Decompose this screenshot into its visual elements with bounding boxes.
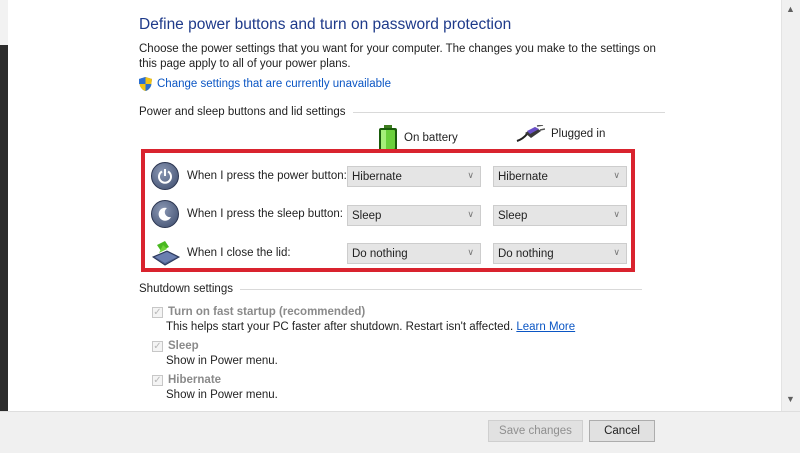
sleep-button-battery-value: Sleep xyxy=(352,209,382,222)
lid-close-battery-value: Do nothing xyxy=(352,247,408,260)
scroll-down-icon[interactable]: ▼ xyxy=(786,394,795,404)
chevron-down-icon: ∨ xyxy=(613,209,620,219)
power-button-plugged-select[interactable]: Hibernate ∨ xyxy=(493,166,627,187)
cancel-button[interactable]: Cancel xyxy=(589,420,655,442)
col-header-plugged: Plugged in xyxy=(515,125,605,143)
chevron-down-icon: ∨ xyxy=(467,247,474,257)
power-button-battery-select[interactable]: Hibernate ∨ xyxy=(347,166,481,187)
shutdown-section-title: Shutdown settings xyxy=(139,283,233,295)
checkmark-icon: ✓ xyxy=(152,374,163,386)
uac-shield-icon xyxy=(139,77,152,91)
sleep-button-label: When I press the sleep button: xyxy=(187,208,343,220)
lid-close-battery-select[interactable]: Do nothing ∨ xyxy=(347,243,481,264)
hibernate-checkbox[interactable]: ✓ Hibernate xyxy=(152,374,221,386)
fast-startup-label: Turn on fast startup (recommended) xyxy=(168,306,366,318)
hibernate-checkbox-label: Hibernate xyxy=(168,374,222,386)
save-changes-button[interactable]: Save changes xyxy=(488,420,583,442)
fast-startup-description: This helps start your PC faster after sh… xyxy=(166,321,575,333)
laptop-lid-icon xyxy=(151,241,181,266)
power-button-icon xyxy=(151,162,179,190)
checkmark-icon: ✓ xyxy=(152,306,163,318)
left-edge xyxy=(0,0,8,452)
footer-bar xyxy=(0,411,800,453)
power-button-plugged-value: Hibernate xyxy=(498,170,548,183)
plug-icon xyxy=(516,125,545,142)
vertical-scrollbar[interactable]: ▲ ▼ xyxy=(781,0,800,412)
chevron-down-icon: ∨ xyxy=(613,247,620,257)
power-button-label: When I press the power button: xyxy=(187,170,347,182)
col-battery-label: On battery xyxy=(404,132,458,144)
chevron-down-icon: ∨ xyxy=(467,209,474,219)
page-title: Define power buttons and turn on passwor… xyxy=(139,16,512,33)
sleep-button-battery-select[interactable]: Sleep ∨ xyxy=(347,205,481,226)
battery-icon xyxy=(379,125,397,151)
change-settings-link-text[interactable]: Change settings that are currently unava… xyxy=(157,78,391,90)
lid-close-plugged-value: Do nothing xyxy=(498,247,554,260)
lid-close-label: When I close the lid: xyxy=(187,247,291,259)
power-section-header: Power and sleep buttons and lid settings xyxy=(139,106,665,118)
col-header-battery: On battery xyxy=(378,125,458,151)
left-edge-dark xyxy=(0,45,8,450)
power-section-title: Power and sleep buttons and lid settings xyxy=(139,106,346,118)
section-divider xyxy=(352,111,665,113)
sleep-button-row: When I press the sleep button: xyxy=(151,199,343,229)
sleep-checkbox-label: Sleep xyxy=(168,340,199,352)
power-button-battery-value: Hibernate xyxy=(352,170,402,183)
hibernate-description: Show in Power menu. xyxy=(166,389,278,401)
sleep-checkbox[interactable]: ✓ Sleep xyxy=(152,340,199,352)
sleep-button-plugged-select[interactable]: Sleep ∨ xyxy=(493,205,627,226)
lid-close-plugged-select[interactable]: Do nothing ∨ xyxy=(493,243,627,264)
fast-startup-desc-text: This helps start your PC faster after sh… xyxy=(166,321,514,333)
sleep-button-icon xyxy=(151,200,179,228)
lid-close-row: When I close the lid: xyxy=(151,238,291,268)
sleep-description: Show in Power menu. xyxy=(166,355,278,367)
chevron-down-icon: ∨ xyxy=(467,170,474,180)
shutdown-section-header: Shutdown settings xyxy=(139,283,642,295)
col-plugged-label: Plugged in xyxy=(551,128,606,140)
power-button-row: When I press the power button: xyxy=(151,161,347,191)
learn-more-link[interactable]: Learn More xyxy=(516,321,575,333)
page-description: Choose the power settings that you want … xyxy=(139,43,656,70)
sleep-button-plugged-value: Sleep xyxy=(498,209,528,222)
scroll-up-icon[interactable]: ▲ xyxy=(786,4,795,14)
fast-startup-checkbox[interactable]: ✓ Turn on fast startup (recommended) xyxy=(152,306,365,318)
chevron-down-icon: ∨ xyxy=(613,170,620,180)
change-settings-link[interactable]: Change settings that are currently unava… xyxy=(139,77,391,91)
section-divider xyxy=(239,288,642,290)
checkmark-icon: ✓ xyxy=(152,340,163,352)
